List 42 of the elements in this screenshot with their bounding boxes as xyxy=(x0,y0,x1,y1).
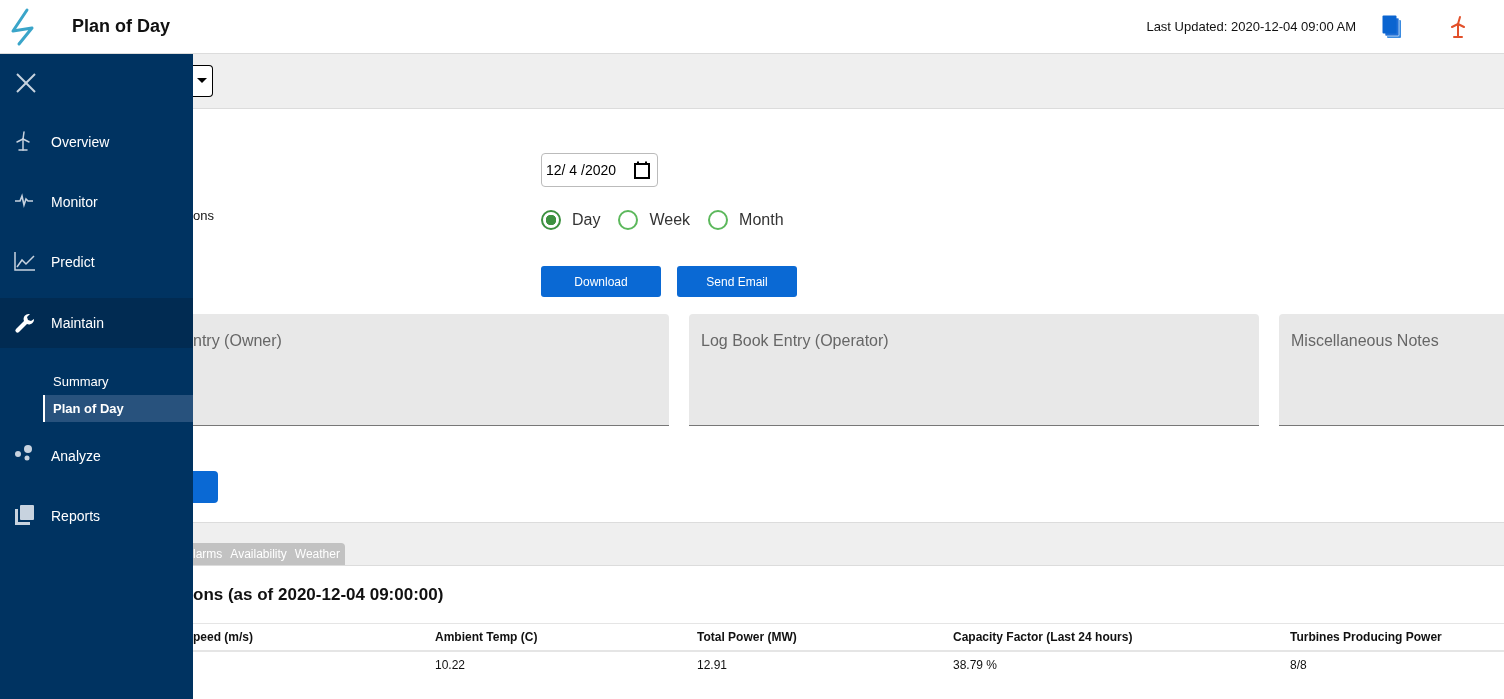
table-cell-text: 10.22 xyxy=(435,657,467,674)
column-header: Capacity Factor (Last 24 hours) xyxy=(953,623,1290,652)
column-header: Turbines Producing Power xyxy=(1290,623,1504,652)
nav-icon xyxy=(14,312,36,334)
notes-field[interactable]: Log Book Entry (Operator) xyxy=(689,314,1259,426)
dropdown[interactable] xyxy=(193,65,213,97)
section-title: ons (as of 2020-12-04 09:00:00) xyxy=(192,585,445,606)
table-cell-text: 38.79 % xyxy=(953,657,999,674)
table-cell-text: 12.91 xyxy=(697,657,729,674)
radio-button[interactable] xyxy=(618,210,639,230)
column-header: peed (m/s) xyxy=(193,623,435,652)
nav-item[interactable]: Overview xyxy=(0,112,193,172)
radio-button[interactable] xyxy=(708,210,729,230)
nav-icon xyxy=(14,505,36,527)
documents-icon[interactable] xyxy=(1382,14,1402,39)
last-updated-text: Last Updated: 2020-12-04 09:00 AM xyxy=(1146,19,1356,34)
close-icon[interactable] xyxy=(16,73,36,93)
table-cell-text: 8/8 xyxy=(1290,657,1308,674)
field-label: ons xyxy=(193,208,215,223)
radio-label: Week xyxy=(649,211,691,229)
action-button[interactable]: Download xyxy=(541,266,661,297)
caret-icon xyxy=(197,78,207,84)
date-field[interactable]: 12/ 4 /2020 xyxy=(541,153,658,187)
radio-label: Day xyxy=(572,211,601,229)
nav-item[interactable]: Reports xyxy=(0,486,193,546)
calendar-icon[interactable] xyxy=(634,161,650,179)
radio-label: Month xyxy=(739,211,784,229)
nav-icon xyxy=(14,251,36,273)
nav-item[interactable]: Monitor xyxy=(0,172,193,232)
nav-subitem[interactable]: Plan of Day xyxy=(43,395,193,422)
nav-subitem[interactable]: Summary xyxy=(0,368,193,395)
nav-item[interactable]: Predict xyxy=(0,232,193,292)
page-title: Plan of Day xyxy=(72,16,171,37)
column-header: Total Power (MW) xyxy=(697,623,953,652)
notes-field[interactable]: Miscellaneous Notes xyxy=(1279,314,1504,426)
nav-item[interactable]: Maintain xyxy=(0,298,193,348)
column-header: Ambient Temp (C) xyxy=(435,623,697,652)
notes-field[interactable]: ntry (Owner) xyxy=(193,314,669,426)
wind-turbine-icon[interactable] xyxy=(1450,14,1466,39)
nav-item[interactable]: Analyze xyxy=(0,426,193,486)
radio-button[interactable] xyxy=(541,210,561,230)
action-button[interactable]: Send Email xyxy=(677,266,797,297)
